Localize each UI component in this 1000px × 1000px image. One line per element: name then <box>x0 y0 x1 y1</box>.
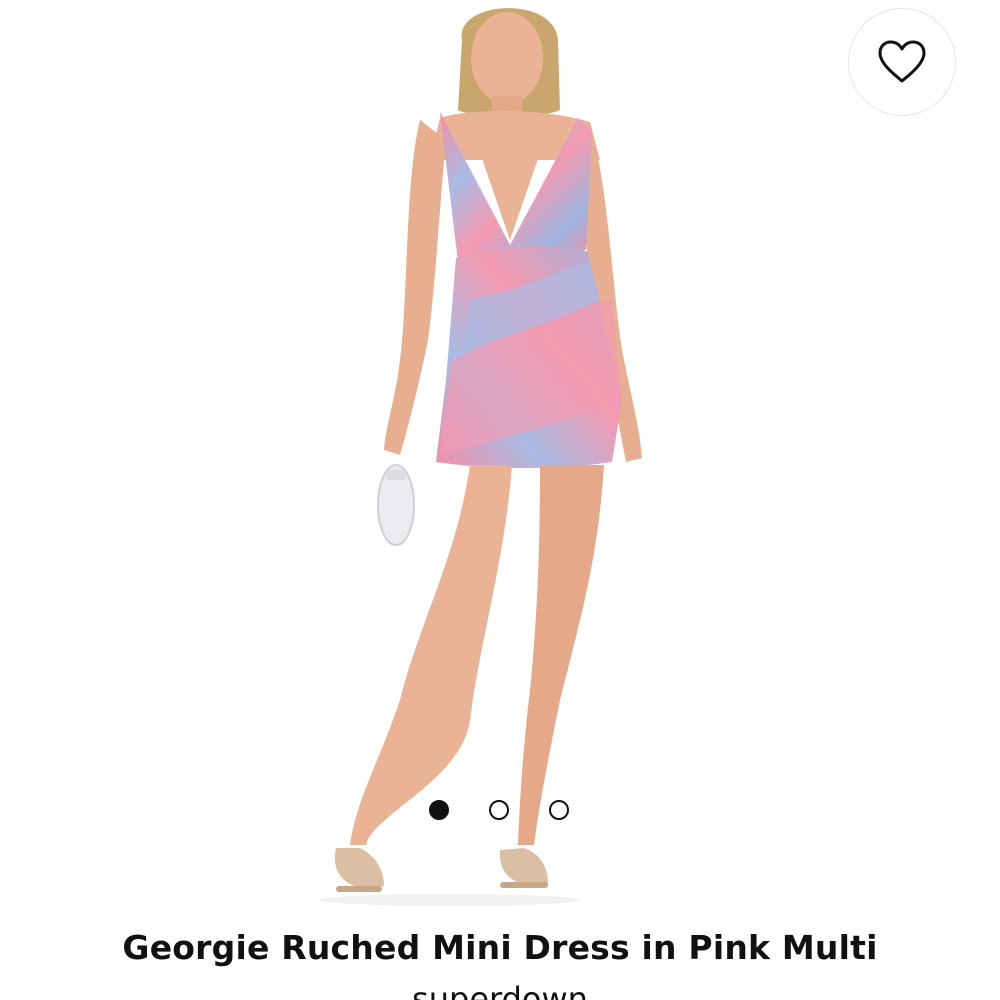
heart-icon <box>878 40 926 83</box>
carousel-dot-3[interactable] <box>549 800 569 820</box>
product-title: Georgie Ruched Mini Dress in Pink Multi <box>122 928 878 967</box>
favorite-button[interactable] <box>848 8 956 116</box>
brand-name[interactable]: superdown <box>0 980 1000 1000</box>
image-carousel-pagination <box>429 800 569 820</box>
carousel-dot-2[interactable] <box>489 800 509 820</box>
carousel-dot-1[interactable] <box>429 800 449 820</box>
product-page: Georgie Ruched Mini Dress in Pink Multi … <box>0 0 1000 1000</box>
model-wearing-dress-image <box>320 8 642 906</box>
product-image[interactable] <box>0 0 1000 915</box>
